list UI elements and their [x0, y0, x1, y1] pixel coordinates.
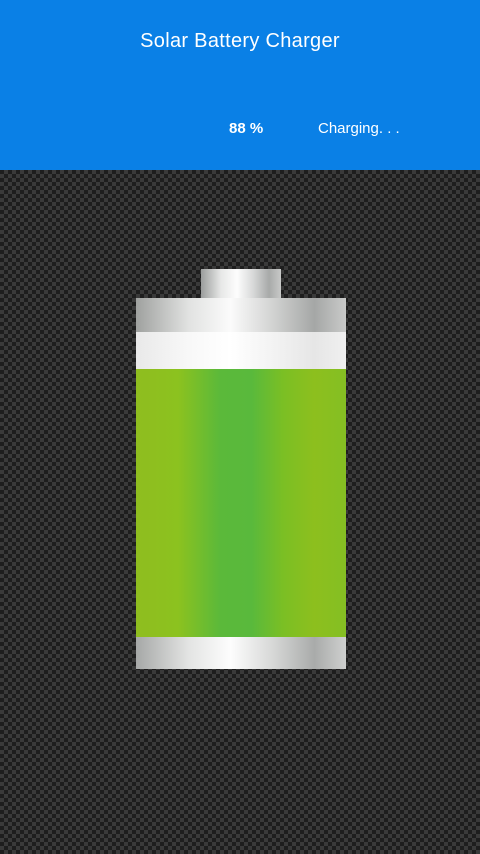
charging-status-label: Charging. . . [318, 120, 400, 137]
battery-top-band [136, 298, 346, 332]
battery-terminal-cap [201, 269, 281, 299]
page-title: Solar Battery Charger [140, 30, 340, 52]
app-screen: Solar Battery Charger 88 % Charging. . . [0, 0, 480, 854]
battery-bottom-band [136, 637, 346, 669]
battery-charge-fill [136, 369, 346, 637]
battery-percent-label: 88 % [229, 120, 264, 137]
battery-icon [136, 298, 346, 669]
app-header: Solar Battery Charger 88 % Charging. . . [0, 0, 480, 170]
